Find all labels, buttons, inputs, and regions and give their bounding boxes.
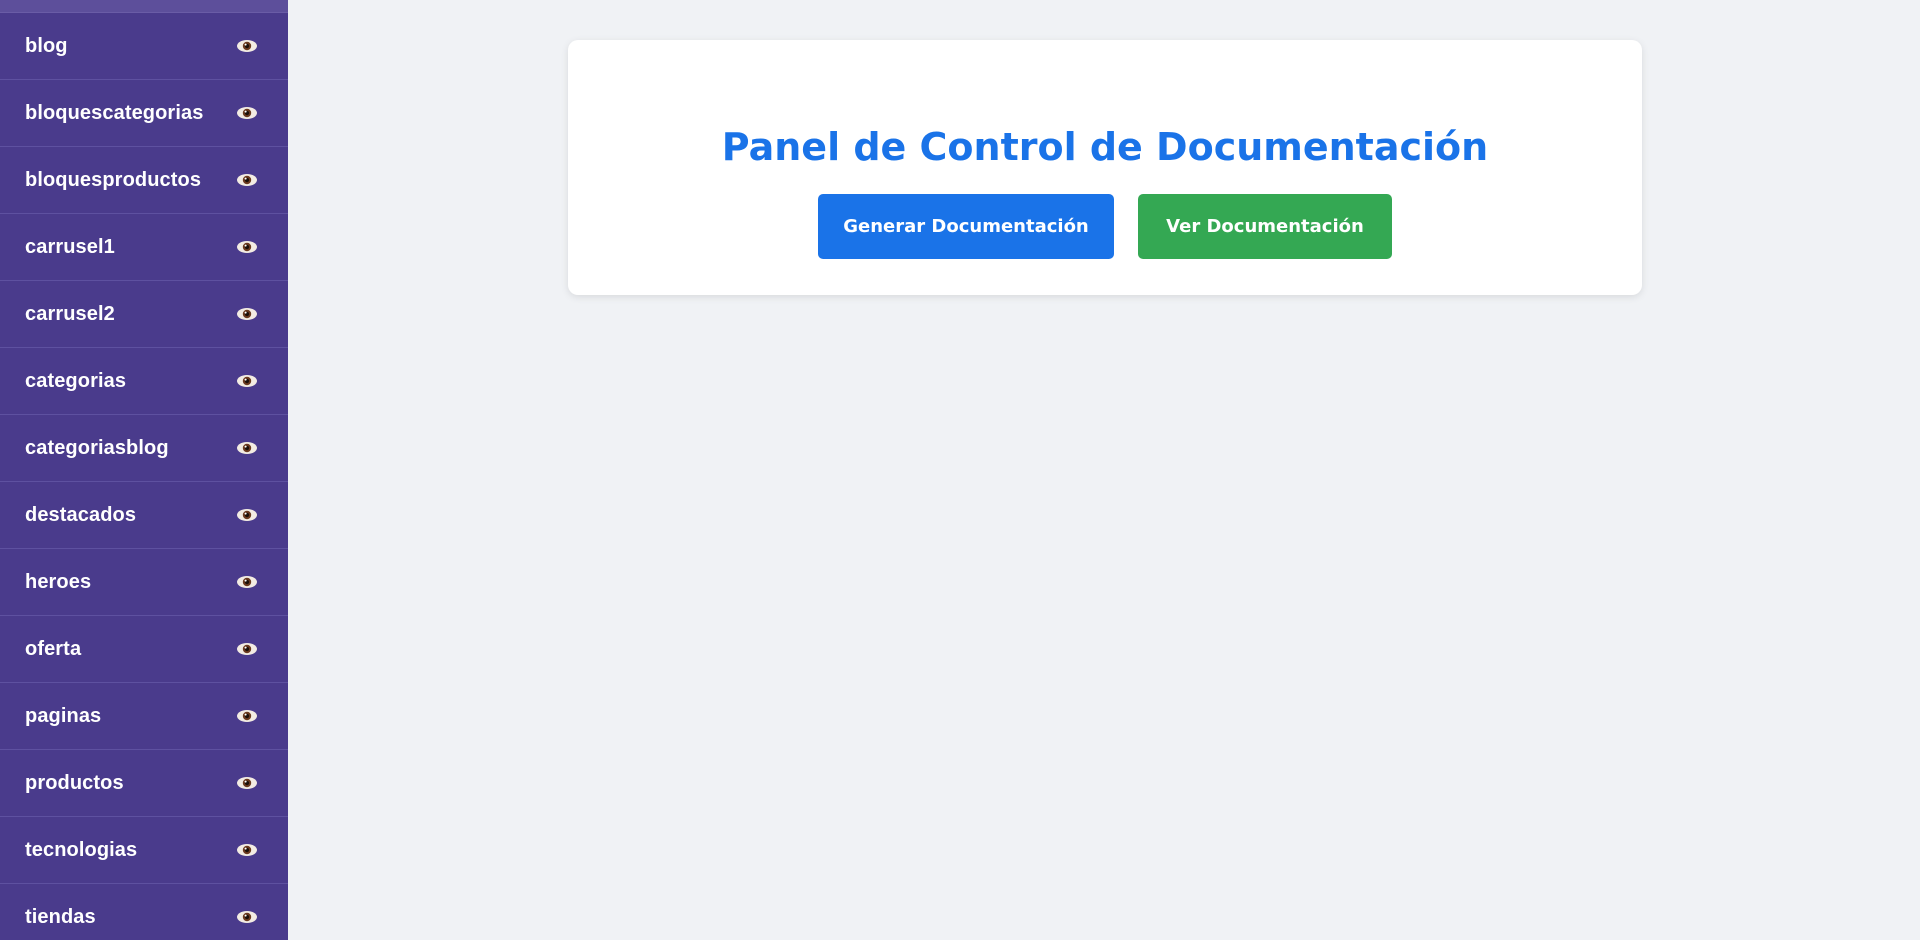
sidebar-item-label: categorias xyxy=(25,369,127,392)
sidebar-item-label: paginas xyxy=(25,704,102,727)
action-buttons: Generar Documentación Ver Documentación xyxy=(568,194,1642,259)
eye-icon[interactable] xyxy=(236,240,258,254)
sidebar-list: blog bloquescategorias bloquesproductos … xyxy=(0,13,288,940)
eye-icon[interactable] xyxy=(236,307,258,321)
sidebar-item-tecnologias[interactable]: tecnologias xyxy=(0,817,288,884)
sidebar-top-strip xyxy=(0,0,288,13)
sidebar-item-categoriasblog[interactable]: categoriasblog xyxy=(0,415,288,482)
sidebar-item-label: bloquesproductos xyxy=(25,168,202,191)
sidebar-item-label: carrusel1 xyxy=(25,235,115,258)
eye-icon[interactable] xyxy=(236,106,258,120)
sidebar-item-label: heroes xyxy=(25,570,92,593)
sidebar-item-label: tiendas xyxy=(25,905,96,928)
eye-icon[interactable] xyxy=(236,642,258,656)
sidebar-item-label: bloquescategorias xyxy=(25,101,204,124)
sidebar-item-label: carrusel2 xyxy=(25,302,115,325)
sidebar-item-label: categoriasblog xyxy=(25,436,169,459)
sidebar-item-carrusel1[interactable]: carrusel1 xyxy=(0,214,288,281)
sidebar-item-paginas[interactable]: paginas xyxy=(0,683,288,750)
sidebar-item-destacados[interactable]: destacados xyxy=(0,482,288,549)
eye-icon[interactable] xyxy=(236,910,258,924)
sidebar-item-productos[interactable]: productos xyxy=(0,750,288,817)
eye-icon[interactable] xyxy=(236,575,258,589)
app: blog bloquescategorias bloquesproductos … xyxy=(0,0,1920,940)
sidebar-item-bloquesproductos[interactable]: bloquesproductos xyxy=(0,147,288,214)
sidebar-item-label: destacados xyxy=(25,503,137,526)
sidebar: blog bloquescategorias bloquesproductos … xyxy=(0,0,289,940)
generate-documentation-button[interactable]: Generar Documentación xyxy=(818,194,1114,259)
sidebar-item-oferta[interactable]: oferta xyxy=(0,616,288,683)
eye-icon[interactable] xyxy=(236,508,258,522)
documentation-panel-card: Panel de Control de Documentación Genera… xyxy=(568,40,1642,295)
sidebar-item-label: oferta xyxy=(25,637,82,660)
page-title: Panel de Control de Documentación xyxy=(721,125,1489,169)
eye-icon[interactable] xyxy=(236,39,258,53)
eye-icon[interactable] xyxy=(236,173,258,187)
sidebar-item-carrusel2[interactable]: carrusel2 xyxy=(0,281,288,348)
eye-icon[interactable] xyxy=(236,374,258,388)
view-documentation-button[interactable]: Ver Documentación xyxy=(1138,194,1392,259)
sidebar-item-heroes[interactable]: heroes xyxy=(0,549,288,616)
eye-icon[interactable] xyxy=(236,776,258,790)
sidebar-item-tiendas[interactable]: tiendas xyxy=(0,884,288,940)
eye-icon[interactable] xyxy=(236,843,258,857)
main-content: Panel de Control de Documentación Genera… xyxy=(288,0,1920,940)
sidebar-item-label: blog xyxy=(25,34,68,57)
sidebar-item-label: tecnologias xyxy=(25,838,138,861)
sidebar-item-bloquescategorias[interactable]: bloquescategorias xyxy=(0,80,288,147)
sidebar-item-label: productos xyxy=(25,771,124,794)
eye-icon[interactable] xyxy=(236,441,258,455)
sidebar-item-blog[interactable]: blog xyxy=(0,13,288,80)
sidebar-item-categorias[interactable]: categorias xyxy=(0,348,288,415)
eye-icon[interactable] xyxy=(236,709,258,723)
